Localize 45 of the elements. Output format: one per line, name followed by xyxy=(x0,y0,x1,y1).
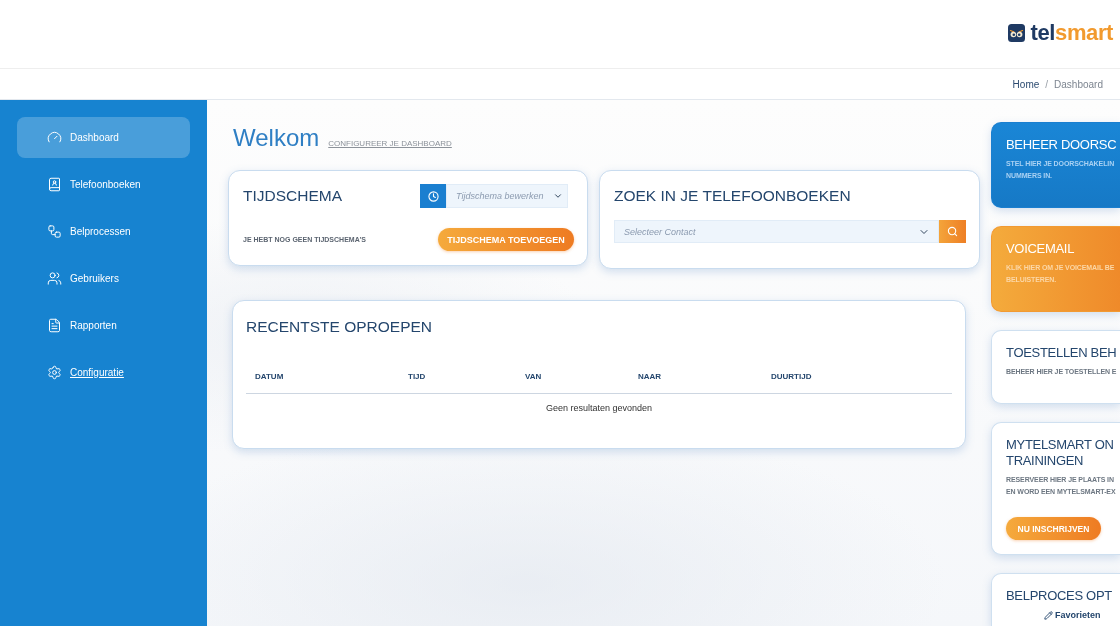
breadcrumb-separator: / xyxy=(1045,78,1049,90)
logo-wordmark: telsmart xyxy=(1030,22,1113,44)
column-header: DUURTIJD xyxy=(771,372,812,382)
card-title: ZOEK IN JE TELEFOONBOEKEN xyxy=(614,186,851,206)
empty-table-message: Geen resultaten gevonden xyxy=(545,402,653,414)
column-header: VAN xyxy=(525,372,542,382)
tile-title: BELPROCES OPT xyxy=(1006,588,1112,604)
nav-item[interactable]: Gebruikers xyxy=(17,258,190,299)
tile-title: VOICEMAIL xyxy=(1006,241,1075,257)
search-button[interactable] xyxy=(939,220,966,243)
nav-item[interactable]: Rapporten xyxy=(17,305,190,346)
settings-icon xyxy=(47,365,62,380)
add-schedule-button[interactable]: TIJDSCHEMA TOEVOEGEN xyxy=(438,228,574,251)
column-header: DATUM xyxy=(255,372,284,382)
document-icon xyxy=(47,318,62,333)
card-title: TIJDSCHEMA xyxy=(243,186,343,206)
configure-dashboard-link[interactable]: CONFIGUREER JE DASHBOARD xyxy=(328,139,452,148)
breadcrumb-current: Dashboard xyxy=(1054,78,1103,90)
card-title: RECENTSTE OPROEPEN xyxy=(246,317,433,337)
column-header: TIJD xyxy=(408,372,426,382)
chevron-down-icon xyxy=(553,191,563,201)
pencil-icon xyxy=(1044,610,1053,620)
contact-book-icon xyxy=(47,177,62,192)
nav-item[interactable]: Belprocessen xyxy=(17,211,190,252)
contact-select[interactable]: Selecteer Contact xyxy=(614,220,939,243)
flow-chart-icon xyxy=(47,224,62,239)
tile-title: BEHEER DOORSC xyxy=(1006,137,1117,153)
owl-icon xyxy=(1007,24,1025,42)
clock-button[interactable] xyxy=(420,184,446,208)
nav-item[interactable]: Configuratie xyxy=(17,352,190,393)
tile-title: TRAININGEN xyxy=(1006,453,1084,469)
tile-title: MYTELSMART ON xyxy=(1006,437,1114,453)
column-header: NAAR xyxy=(638,372,662,382)
nav-item[interactable]: Telefoonboeken xyxy=(17,164,190,205)
tile-title: TOESTELLEN BEH xyxy=(1006,345,1117,361)
users-icon xyxy=(47,271,62,286)
nav-item[interactable]: Dashboard xyxy=(17,117,190,158)
signup-button[interactable]: NU INSCHRIJVEN xyxy=(1006,517,1101,540)
clock-icon xyxy=(427,190,439,202)
gauge-icon xyxy=(47,130,62,145)
welcome-title: Welkom xyxy=(233,124,320,152)
schedule-select[interactable]: Tijdschema bewerken xyxy=(446,184,568,208)
breadcrumb-link[interactable]: Home xyxy=(1012,78,1040,90)
favorites-link[interactable]: Favorieten xyxy=(1044,610,1101,620)
search-icon xyxy=(947,226,958,237)
